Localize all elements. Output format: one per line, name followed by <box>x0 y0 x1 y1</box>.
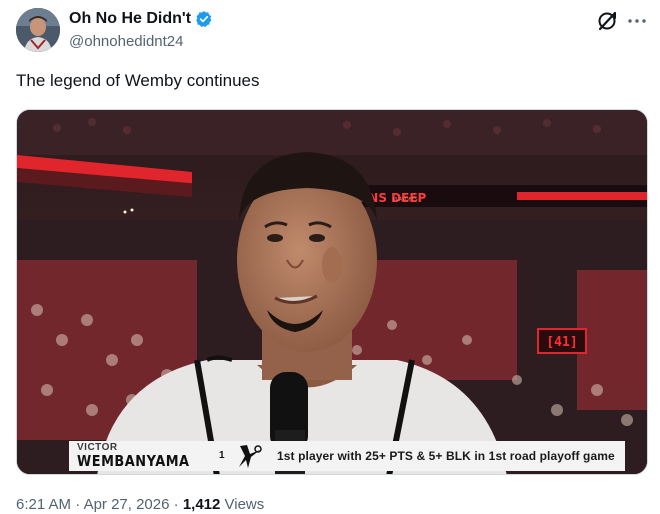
verified-badge-icon[interactable] <box>195 10 213 28</box>
arena-sign-small: PLAYOFFS <box>393 197 418 203</box>
meta-separator: · <box>71 496 84 513</box>
lower-third-banner: VICTOR WEMBANYAMA 1 1st player with 25+ … <box>69 441 625 471</box>
player-number: 1 <box>219 450 225 461</box>
views-label: Views <box>220 496 265 513</box>
spurs-logo-icon <box>236 443 266 470</box>
post-date[interactable]: Apr 27, 2026 <box>84 496 170 513</box>
post-text: The legend of Wemby continues <box>16 71 260 90</box>
meta-separator-2: · <box>169 496 183 513</box>
post: Oh No He Didn't @ohnohedidnt24 The legen… <box>0 0 660 514</box>
more-options-icon[interactable] <box>626 10 648 32</box>
author-block: Oh No He Didn't @ohnohedidnt24 <box>69 9 213 50</box>
display-name[interactable]: Oh No He Didn't <box>69 10 191 28</box>
grok-icon[interactable] <box>596 10 618 32</box>
author-handle[interactable]: @ohnohedidnt24 <box>69 33 213 50</box>
views-count: 1,412 <box>182 496 221 513</box>
post-media-image[interactable]: CITY RUNS DEEP PLAYOFFS <box>16 109 648 475</box>
stat-caption: 1st player with 25+ PTS & 5+ BLK in 1st … <box>277 449 615 463</box>
avatar[interactable] <box>16 8 60 52</box>
post-meta: 6:21 AM · Apr 27, 2026 · 1,412 Views <box>16 496 264 513</box>
post-time[interactable]: 6:21 AM <box>16 496 71 513</box>
player-last-name: WEMBANYAMA <box>77 452 190 470</box>
scoreboard-display: [41] <box>546 335 577 350</box>
